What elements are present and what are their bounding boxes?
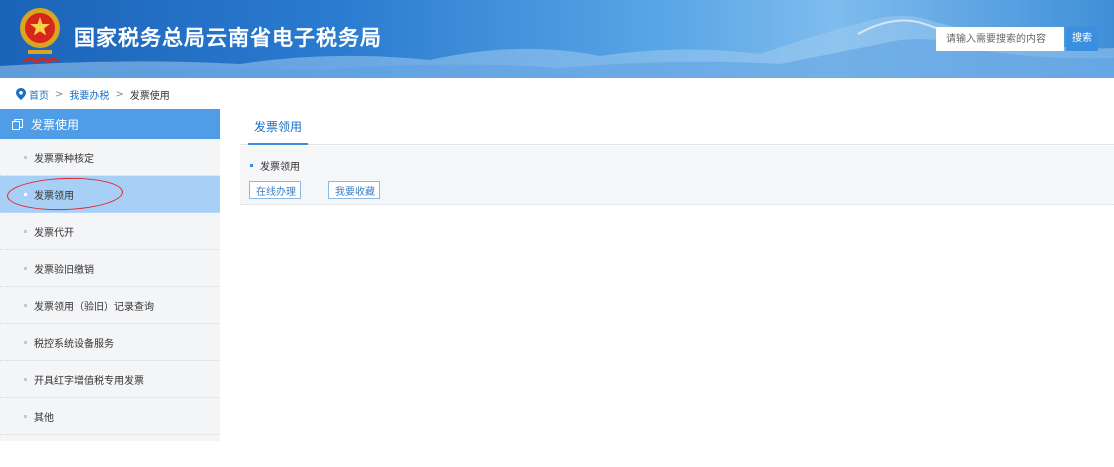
breadcrumb: 首页 > 我要办税 > 发票使用 bbox=[16, 86, 170, 102]
sidebar-item-red-vat-invoice[interactable]: 开具红字增值税专用发票 bbox=[0, 361, 220, 398]
bullet-icon bbox=[24, 377, 27, 381]
location-pin-icon bbox=[16, 88, 26, 100]
sidebar-item-other[interactable]: 其他 bbox=[0, 398, 220, 435]
panel-title-text: 发票领用 bbox=[260, 162, 300, 173]
breadcrumb-separator: > bbox=[115, 88, 124, 100]
copy-icon bbox=[12, 118, 23, 130]
sidebar-item-invoice-collect[interactable]: 发票领用 bbox=[0, 175, 220, 213]
bullet-icon bbox=[24, 192, 27, 196]
sidebar-item-label: 发票代开 bbox=[34, 227, 74, 239]
bullet-icon bbox=[250, 164, 253, 167]
bullet-icon bbox=[24, 229, 27, 233]
sidebar-title: 发票使用 bbox=[31, 117, 80, 132]
bullet-icon bbox=[24, 414, 27, 418]
tab-invoice-collect[interactable]: 发票领用 bbox=[248, 109, 308, 145]
breadcrumb-home-link[interactable]: 首页 bbox=[29, 87, 49, 102]
sidebar-item-label: 税控系统设备服务 bbox=[34, 338, 114, 350]
sidebar-item-label: 开具红字增值税专用发票 bbox=[34, 375, 144, 387]
sidebar-item-ticket-type[interactable]: 发票票种核定 bbox=[0, 139, 220, 176]
sidebar-item-tax-device-service[interactable]: 税控系统设备服务 bbox=[0, 324, 220, 361]
service-panel: 发票领用 在线办理 我要收藏 bbox=[240, 146, 1114, 205]
sidebar-item-invoice-verify-cancel[interactable]: 发票验旧缴销 bbox=[0, 250, 220, 287]
site-header: 国家税务总局云南省电子税务局 搜索 bbox=[0, 0, 1114, 78]
sidebar-item-label: 发票领用（验旧）记录查询 bbox=[34, 301, 154, 313]
sidebar-item-invoice-issue-agent[interactable]: 发票代开 bbox=[0, 213, 220, 250]
bullet-icon bbox=[24, 266, 27, 270]
sidebar-item-record-query[interactable]: 发票领用（验旧）记录查询 bbox=[0, 287, 220, 324]
site-title: 国家税务总局云南省电子税务局 bbox=[74, 26, 382, 50]
online-handle-label: 在线办理 bbox=[256, 186, 296, 198]
bullet-icon bbox=[24, 340, 27, 344]
tab-bar: 发票领用 bbox=[240, 109, 1114, 145]
search-button[interactable]: 搜索 bbox=[1066, 27, 1098, 51]
breadcrumb-tax-link[interactable]: 我要办税 bbox=[69, 87, 109, 102]
sidebar-item-label: 发票验旧缴销 bbox=[34, 264, 94, 276]
breadcrumb-separator: > bbox=[55, 88, 64, 100]
sidebar-header: 发票使用 bbox=[0, 109, 220, 139]
sidebar: 发票使用 发票票种核定 发票领用 发票代开 发票验旧缴销 发票领用（验旧）记录查… bbox=[0, 109, 220, 441]
breadcrumb-current: 发票使用 bbox=[129, 90, 170, 102]
favorite-button[interactable]: 我要收藏 bbox=[328, 181, 380, 199]
bullet-icon bbox=[24, 155, 27, 159]
favorite-label: 我要收藏 bbox=[335, 186, 375, 198]
tax-emblem-icon bbox=[20, 8, 60, 64]
online-handle-button[interactable]: 在线办理 bbox=[249, 181, 301, 199]
bullet-icon bbox=[24, 303, 27, 307]
search-input[interactable] bbox=[936, 27, 1064, 51]
panel-title: 发票领用 bbox=[250, 158, 300, 173]
sidebar-item-label: 发票领用 bbox=[34, 190, 74, 202]
sidebar-item-label: 其他 bbox=[34, 412, 54, 424]
sidebar-item-label: 发票票种核定 bbox=[34, 153, 94, 165]
